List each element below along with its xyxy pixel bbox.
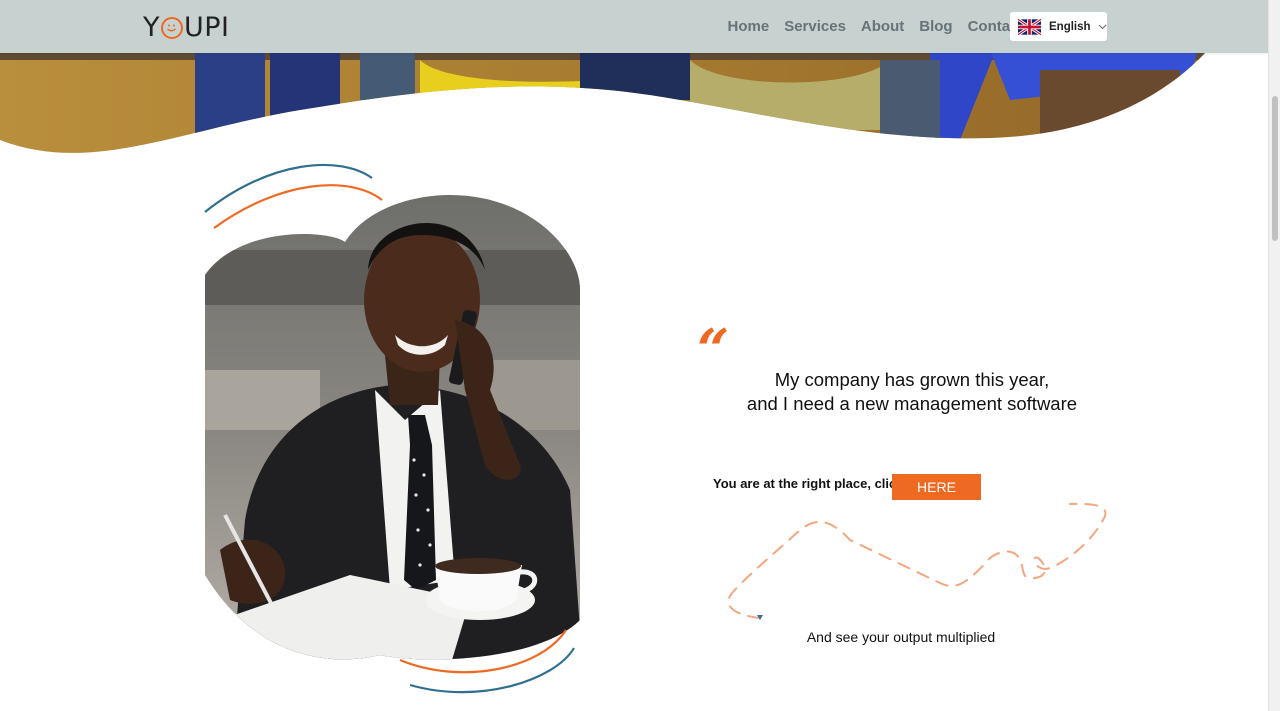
nav-blog[interactable]: Blog xyxy=(912,18,960,35)
language-label: English xyxy=(1049,20,1091,33)
businessman-photo xyxy=(204,163,580,694)
uk-flag-icon xyxy=(1018,18,1041,35)
nav-home[interactable]: Home xyxy=(720,18,777,35)
here-button[interactable]: HERE xyxy=(892,474,981,500)
site-header: Y UPI Home Services About Blog Contact E… xyxy=(0,0,1268,53)
language-selector[interactable]: English xyxy=(1010,12,1107,41)
cta-text: You are at the right place, click xyxy=(713,476,904,491)
dashed-path-decoration xyxy=(727,502,1107,620)
logo[interactable]: Y UPI xyxy=(143,10,230,44)
scrollbar-thumb[interactable] xyxy=(1272,96,1278,241)
logo-text-start: Y xyxy=(143,11,160,43)
page-scrollbar[interactable] xyxy=(1268,0,1280,711)
quote-line-1: My company has grown this year, xyxy=(774,369,1050,390)
quote-line-2: and I need a new management software xyxy=(746,393,1078,414)
chevron-down-icon xyxy=(1098,24,1106,29)
page: Y UPI Home Services About Blog Contact E… xyxy=(0,0,1268,711)
nav-about[interactable]: About xyxy=(853,18,911,35)
nav-services[interactable]: Services xyxy=(777,18,854,35)
quote-text: My company has grown this year, and I ne… xyxy=(712,368,1112,416)
logo-text-end: UPI xyxy=(184,11,230,43)
smiley-logo-icon xyxy=(161,17,183,39)
arc-top-blue xyxy=(204,163,373,213)
output-text: And see your output multiplied xyxy=(806,629,996,645)
arc-top-orange xyxy=(213,184,383,229)
main-nav: Home Services About Blog Contact xyxy=(720,0,1031,53)
